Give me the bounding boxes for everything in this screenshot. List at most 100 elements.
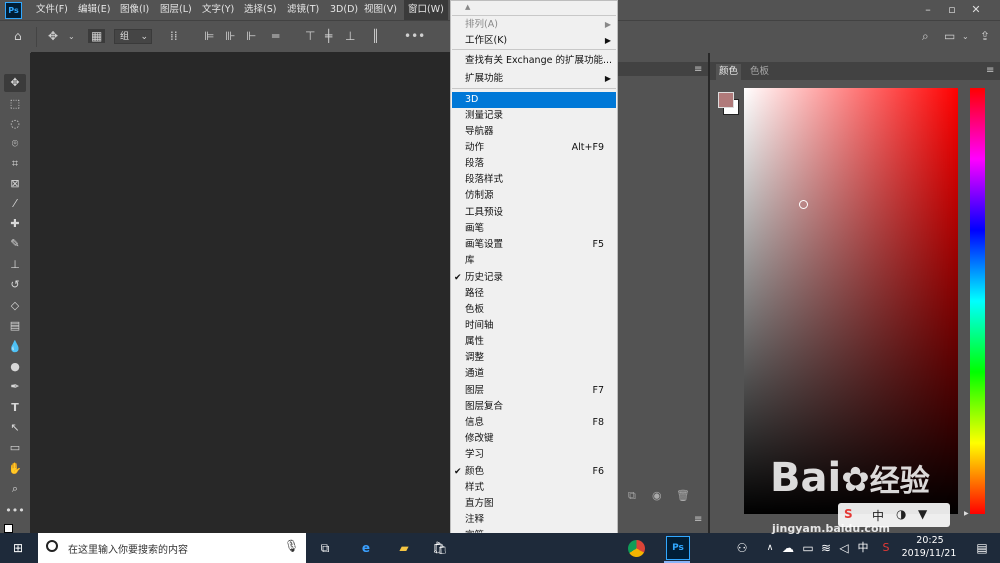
menu-item-a[interactable]: 排列(A) ▶ bbox=[452, 17, 616, 33]
punctuation-icon[interactable]: ◑ bbox=[896, 507, 906, 521]
chrome-icon[interactable] bbox=[628, 540, 645, 557]
brush-tool-icon[interactable]: ✎ bbox=[4, 235, 26, 253]
onedrive-icon[interactable]: ☁ bbox=[778, 538, 798, 558]
eyedropper-tool-icon[interactable]: ⁄ bbox=[4, 195, 26, 213]
battery-icon[interactable]: ▭ bbox=[798, 538, 818, 558]
menu-item-10[interactable]: 仿制源 bbox=[452, 188, 616, 204]
color-picker-handle[interactable] bbox=[799, 200, 808, 209]
chevron-down-icon[interactable]: ⌄ bbox=[962, 32, 969, 41]
clock-date[interactable]: 2019/11/21 bbox=[896, 548, 962, 559]
align-left-icon[interactable]: ⊫ bbox=[204, 29, 214, 43]
chevron-down-icon[interactable]: ⌄ bbox=[68, 32, 75, 41]
share-icon[interactable]: ⇪ bbox=[980, 29, 990, 43]
menu-item-6[interactable]: 导航器 bbox=[452, 124, 616, 140]
menu-view[interactable]: 视图(V) bbox=[364, 0, 397, 20]
type-tool-icon[interactable]: T bbox=[4, 399, 26, 417]
edge-browser-icon[interactable]: e bbox=[356, 538, 376, 558]
menu-3d[interactable]: 3D(D) bbox=[330, 0, 358, 20]
windows-start-icon[interactable]: ⊞ bbox=[8, 538, 28, 558]
menu-item-18[interactable]: 时间轴 bbox=[452, 318, 616, 334]
move-tool-icon[interactable]: ✥ bbox=[4, 74, 26, 92]
healing-brush-tool-icon[interactable]: ✚ bbox=[4, 215, 26, 233]
notifications-icon[interactable]: ▤ bbox=[972, 538, 992, 558]
menu-item-28[interactable]: 样式 bbox=[452, 480, 616, 496]
menu-item-14[interactable]: 库 bbox=[452, 253, 616, 269]
sogou-ime-icon[interactable]: S bbox=[876, 538, 896, 558]
menu-item-11[interactable]: 工具预设 bbox=[452, 205, 616, 221]
rectangle-tool-icon[interactable]: ▭ bbox=[4, 439, 26, 457]
tab-color[interactable]: 颜色 bbox=[716, 64, 742, 80]
people-icon[interactable]: ⚇ bbox=[732, 538, 752, 558]
distribute-vertical-icon[interactable]: ║ bbox=[372, 29, 379, 43]
align-bottom-icon[interactable]: ⊥ bbox=[345, 29, 355, 43]
microphone-icon[interactable]: 🎙 bbox=[284, 539, 299, 553]
volume-icon[interactable]: ◁ bbox=[834, 538, 854, 558]
menu-item-k[interactable]: 工作区(K) ▶ bbox=[452, 33, 616, 49]
menu-item-19[interactable]: 属性 bbox=[452, 334, 616, 350]
align-right-icon[interactable]: ⊩ bbox=[246, 29, 256, 43]
document-canvas-area[interactable] bbox=[31, 52, 450, 533]
menu-item-24[interactable]: 信息 F8 bbox=[452, 415, 616, 431]
auto-select-icon[interactable]: ▦ bbox=[88, 29, 106, 43]
path-select-tool-icon[interactable]: ↖ bbox=[4, 419, 26, 437]
photoshop-taskbar-icon[interactable]: Ps bbox=[666, 536, 690, 560]
move-tool-icon[interactable]: ✥ bbox=[48, 29, 58, 43]
menu-item-22[interactable]: 图层 F7 bbox=[452, 383, 616, 399]
wifi-icon[interactable]: ≋ bbox=[816, 538, 836, 558]
hue-slider-handle[interactable]: ▶ bbox=[964, 510, 969, 517]
menu-image[interactable]: 图像(I) bbox=[120, 0, 149, 20]
menu-item-30[interactable]: 注释 bbox=[452, 512, 616, 528]
menu-filter[interactable]: 滤镜(T) bbox=[287, 0, 319, 20]
crop-tool-icon[interactable]: ⌗ bbox=[4, 155, 26, 173]
menu-item-29[interactable]: 直方图 bbox=[452, 496, 616, 512]
menu-item-27[interactable]: ✔ 颜色 F6 bbox=[452, 464, 616, 480]
scroll-up-icon[interactable]: ▲ bbox=[465, 3, 470, 11]
new-snapshot-icon[interactable]: ⧉ bbox=[628, 489, 636, 503]
hand-tool-icon[interactable]: ✋ bbox=[4, 460, 26, 478]
menu-file[interactable]: 文件(F) bbox=[36, 0, 68, 20]
align-middle-icon[interactable]: ╪ bbox=[325, 29, 332, 43]
task-view-icon[interactable]: ⧉ bbox=[315, 538, 335, 558]
menu-item-16[interactable]: 路径 bbox=[452, 286, 616, 302]
frame-tool-icon[interactable]: ⊠ bbox=[4, 175, 26, 193]
default-colors-icon[interactable] bbox=[4, 524, 13, 533]
lasso-tool-icon[interactable]: ◌ bbox=[4, 115, 26, 133]
tab-swatches[interactable]: 色板 bbox=[750, 64, 769, 80]
menu-window[interactable]: 窗口(W) bbox=[404, 0, 448, 20]
ime-mode[interactable]: 中 bbox=[872, 507, 884, 524]
menu-item-8[interactable]: 段落 bbox=[452, 156, 616, 172]
quick-select-tool-icon[interactable]: ⌾ bbox=[4, 135, 26, 153]
menu-item-7[interactable]: 动作 Alt+F9 bbox=[452, 140, 616, 156]
panel-menu-icon[interactable]: ≡ bbox=[694, 64, 702, 75]
marquee-tool-icon[interactable]: ⬚ bbox=[4, 95, 26, 113]
workspace-icon[interactable]: ▭ bbox=[944, 29, 955, 43]
file-explorer-icon[interactable]: ▰ bbox=[394, 538, 414, 558]
menu-item-25[interactable]: 修改键 bbox=[452, 431, 616, 447]
transform-controls-icon[interactable]: ⁞⁞ bbox=[170, 29, 178, 43]
taskbar-search-box[interactable]: 在这里输入你要搜索的内容 🎙 bbox=[38, 533, 306, 563]
menu-item-5[interactable]: 测量记录 bbox=[452, 108, 616, 124]
blur-tool-icon[interactable]: 💧 bbox=[4, 338, 26, 356]
menu-item-3d[interactable]: 3D bbox=[452, 92, 616, 108]
ime-indicator[interactable]: 中 bbox=[853, 538, 873, 558]
history-brush-tool-icon[interactable]: ↺ bbox=[4, 276, 26, 294]
menu-item-15[interactable]: ✔ 历史记录 bbox=[452, 270, 616, 286]
menu-type[interactable]: 文字(Y) bbox=[202, 0, 234, 20]
home-icon[interactable]: ⌂ bbox=[14, 29, 22, 43]
zoom-tool-icon[interactable]: ⌕ bbox=[4, 480, 26, 498]
menu-item-20[interactable]: 调整 bbox=[452, 350, 616, 366]
store-icon[interactable]: 🛍 bbox=[430, 538, 450, 558]
menu-layer[interactable]: 图层(L) bbox=[160, 0, 192, 20]
trash-icon[interactable]: 🗑 bbox=[676, 489, 690, 502]
search-icon[interactable]: ⌕ bbox=[922, 29, 929, 44]
more-tools-icon[interactable]: ••• bbox=[4, 502, 26, 520]
minimize-button[interactable]: – bbox=[918, 0, 938, 20]
menu-item-12[interactable]: 画笔 bbox=[452, 221, 616, 237]
dodge-tool-icon[interactable]: ● bbox=[4, 358, 26, 376]
panel-menu-icon[interactable]: ≡ bbox=[986, 65, 994, 76]
clock-time[interactable]: 20:25 bbox=[902, 535, 958, 546]
menu-select[interactable]: 选择(S) bbox=[244, 0, 276, 20]
restore-button[interactable]: ▫ bbox=[942, 0, 962, 20]
camera-icon[interactable]: ◉ bbox=[652, 489, 662, 502]
close-button[interactable]: ✕ bbox=[966, 0, 986, 20]
